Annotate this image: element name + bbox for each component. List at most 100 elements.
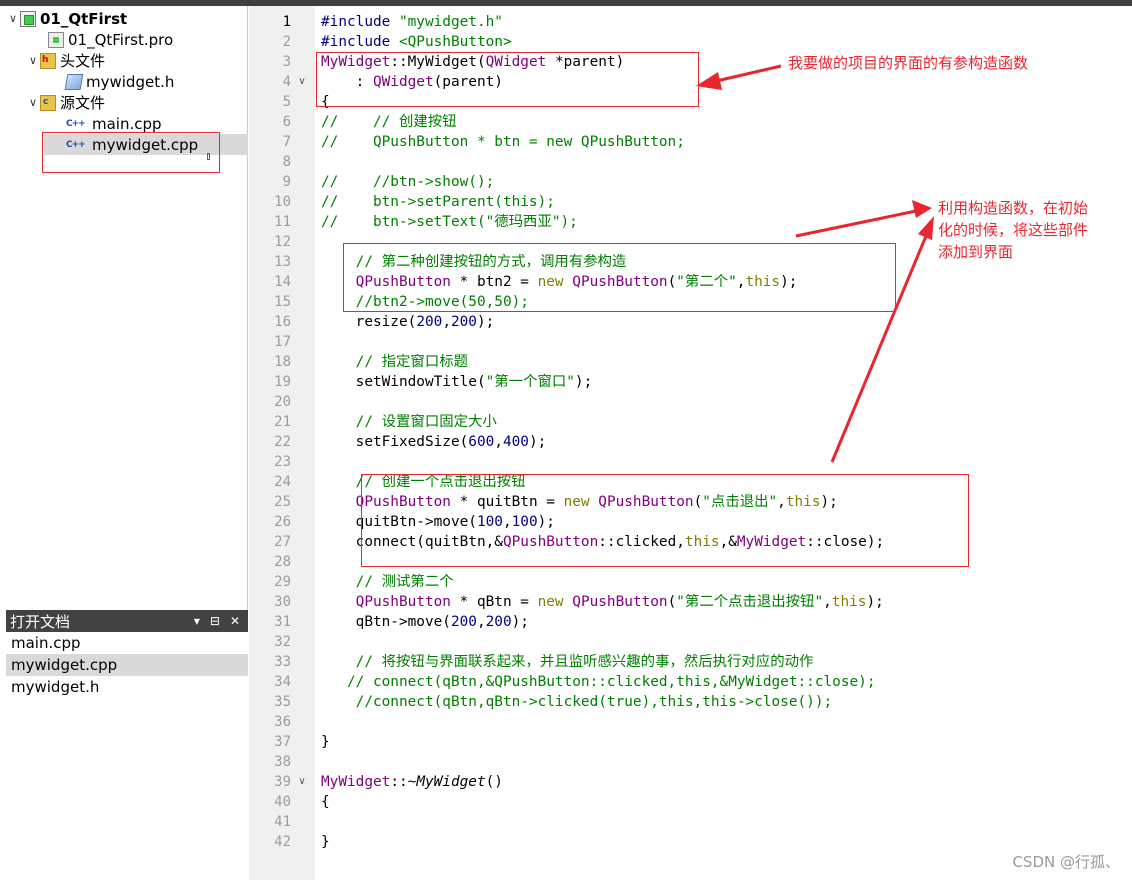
code-token: ,: [442, 314, 451, 330]
left-sidebar: ∨ 01_QtFirst 01_QtFirst.pro ∨ 头文件 mywidg…: [0, 6, 248, 880]
chevron-down-icon[interactable]: ∨: [26, 54, 40, 67]
open-documents-header: 打开文档 ▾ ⊟ ✕: [6, 610, 248, 632]
code-token: ,: [823, 594, 832, 610]
code-token: (: [667, 274, 677, 290]
code-token: // 指定窗口标题: [321, 354, 468, 370]
line-number: 26: [274, 514, 291, 530]
line-number: 18: [274, 354, 291, 370]
code-token: "第二个": [676, 274, 737, 290]
code-token: QPushButton: [572, 274, 668, 290]
code-token: this: [785, 494, 821, 510]
code-token: );: [511, 614, 529, 630]
line-number: 16: [274, 314, 291, 330]
line-number: 10: [274, 194, 291, 210]
code-token: QPushButton: [502, 534, 599, 550]
line-number: 2: [282, 34, 291, 50]
code-line: //connect(qBtn,qBtn->clicked(true),this,…: [321, 692, 833, 712]
code-token: ,: [494, 434, 503, 450]
open-document-item[interactable]: main.cpp: [6, 632, 248, 654]
code-token: resize(: [321, 314, 417, 330]
code-token: );: [528, 434, 547, 450]
code-line: // 将按钮与界面联系起来，并且监听感兴趣的事，然后执行对应的动作: [321, 652, 814, 672]
code-token: "第一个窗口": [485, 374, 575, 390]
code-token: * btn2 =: [450, 274, 538, 290]
pro-file-icon: [48, 31, 64, 48]
sources-folder-label: 源文件: [60, 94, 106, 112]
code-line: // btn->setText("德玛西亚");: [321, 212, 578, 232]
code-token: *parent): [546, 54, 625, 70]
fold-toggle-icon[interactable]: ∨: [295, 772, 309, 792]
tree-sources-folder[interactable]: ∨ 源文件: [26, 92, 105, 113]
code-token: {: [321, 794, 330, 810]
code-line: // 指定窗口标题: [321, 352, 468, 372]
line-number: 28: [274, 554, 291, 570]
code-token: );: [537, 514, 555, 530]
code-token: // btn->setParent(this);: [321, 194, 555, 210]
chevron-down-icon[interactable]: ∨: [26, 96, 40, 109]
line-number: 40: [274, 794, 291, 810]
code-token: <QPushButton>: [398, 34, 512, 50]
fold-toggle-icon[interactable]: ∨: [295, 72, 309, 92]
code-token: // //btn->show();: [321, 174, 495, 190]
source-folder-icon: [40, 94, 56, 111]
code-token: this: [831, 594, 867, 610]
code-token: (): [485, 774, 503, 790]
code-token: this: [745, 274, 781, 290]
line-number: 30: [274, 594, 291, 610]
code-token: QPushButton: [355, 274, 451, 290]
code-token: );: [780, 274, 798, 290]
tree-project-node[interactable]: ∨ 01_QtFirst: [6, 8, 127, 29]
open-document-item-active[interactable]: mywidget.cpp: [6, 654, 248, 676]
tree-pro-file[interactable]: 01_QtFirst.pro: [48, 29, 173, 50]
code-token: QPushButton: [355, 494, 451, 510]
code-line: MyWidget::MyWidget(QWidget *parent): [321, 52, 624, 72]
annotation-note-line: 化的时候，将这些部件: [938, 221, 1089, 239]
header-folder-icon: [40, 52, 56, 69]
code-token: (: [693, 494, 703, 510]
code-line: // btn->setParent(this);: [321, 192, 555, 212]
code-token: ::close);: [806, 534, 885, 550]
code-token: 200: [450, 614, 477, 630]
line-number: 38: [274, 754, 291, 770]
code-line: {: [321, 792, 330, 812]
dropdown-arrow-icon[interactable]: ▾: [194, 614, 200, 628]
tree-header-file[interactable]: mywidget.h: [64, 71, 174, 92]
annotation-note-2: 利用构造函数，在初始 化的时候，将这些部件 添加到界面: [938, 197, 1128, 263]
annotation-note-line: 利用构造函数，在初始: [938, 199, 1089, 217]
tree-source-main[interactable]: C++ main.cpp: [66, 113, 162, 134]
chevron-down-icon[interactable]: ∨: [6, 12, 20, 25]
code-token: qBtn->move(: [321, 614, 451, 630]
split-view-icon[interactable]: ⊟: [210, 614, 220, 628]
line-number: 37: [274, 734, 291, 750]
code-token: );: [820, 494, 838, 510]
line-number: 32: [274, 634, 291, 650]
line-number: 41: [274, 814, 291, 830]
code-line: // 测试第二个: [321, 572, 454, 592]
line-number: 34: [274, 674, 291, 690]
code-line: //btn2->move(50,50);: [321, 292, 529, 312]
code-token: QPushButton: [355, 594, 451, 610]
code-line: // //btn->show();: [321, 172, 494, 192]
code-editor[interactable]: #include "mywidget.h" #include <QPushButt…: [315, 6, 1132, 880]
code-token: }: [321, 734, 330, 750]
code-token: // 测试第二个: [321, 574, 454, 590]
pro-file-label: 01_QtFirst.pro: [68, 30, 174, 49]
close-icon[interactable]: ✕: [230, 614, 240, 628]
code-token: :: [321, 74, 373, 90]
code-token: new: [537, 594, 564, 610]
code-token: {: [321, 94, 330, 110]
annotation-note-line: 添加到界面: [938, 243, 1014, 261]
code-token: 100: [511, 514, 538, 530]
code-line: {: [321, 92, 330, 112]
open-document-item[interactable]: mywidget.h: [6, 676, 248, 698]
code-token: MyWidget: [416, 774, 486, 790]
line-number: 4: [282, 74, 291, 90]
tree-source-mywidget[interactable]: C++ mywidget.cpp: [44, 134, 248, 155]
code-line: // QPushButton * btn = new QPushButton;: [321, 132, 685, 152]
code-token: );: [574, 374, 593, 390]
tree-headers-folder[interactable]: ∨ 头文件: [26, 50, 105, 71]
open-documents-title: 打开文档: [10, 612, 71, 631]
line-number: 33: [274, 654, 291, 670]
code-line: // 创建一个点击退出按钮: [321, 472, 526, 492]
